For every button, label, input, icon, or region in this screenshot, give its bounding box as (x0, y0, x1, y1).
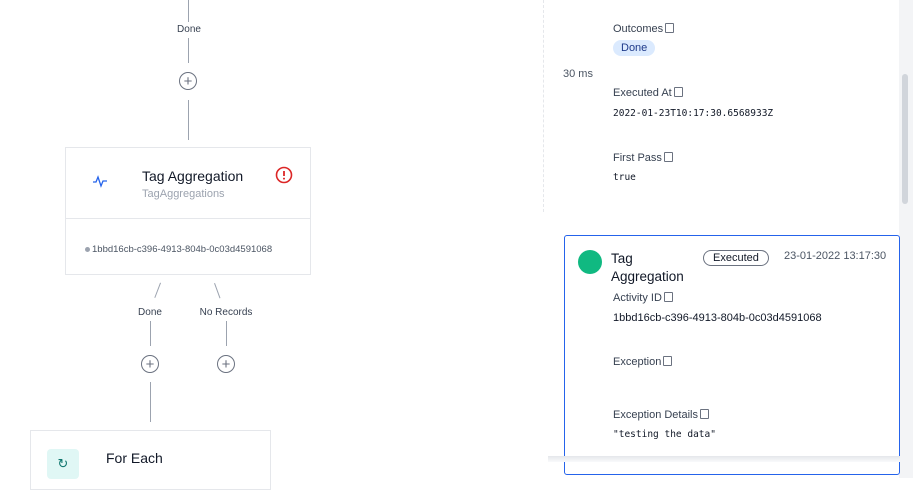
copy-icon[interactable] (665, 23, 675, 33)
duration-text: 30 ms (563, 68, 593, 80)
execution-timestamp: 23-01-2022 13:17:30 (784, 250, 887, 262)
loop-arrow-icon: ↻ (47, 449, 79, 479)
first-pass-label: First Pass (613, 152, 673, 164)
connector-line (188, 38, 189, 63)
activity-id-value: 1bbd16cb-c396-4913-804b-0c03d4591068 (613, 312, 822, 324)
scrollbar-track[interactable] (899, 0, 913, 478)
copy-icon[interactable] (700, 409, 709, 419)
scrollbar-thumb[interactable] (902, 74, 908, 204)
activity-id-label: Activity ID (613, 292, 673, 304)
add-activity-button[interactable]: + (179, 72, 197, 90)
connector-line (150, 321, 151, 346)
connector-line (188, 100, 189, 140)
outcome-label-done: Done (136, 306, 164, 319)
execution-activity-name: Tag Aggregation (611, 251, 684, 284)
executed-at-value: 2022-01-23T10:17:30.6568933Z (613, 108, 774, 119)
copy-icon[interactable] (663, 292, 673, 302)
copy-icon[interactable] (663, 356, 673, 366)
connector-line (188, 0, 189, 22)
activity-card-tag-aggregation[interactable]: Tag Aggregation TagAggregations 1bbd16cb… (65, 147, 311, 275)
panel-divider (543, 0, 544, 212)
activity-id-text: 1bbd16cb-c396-4913-804b-0c03d4591068 (92, 244, 273, 255)
outcomes-label: Outcomes (613, 23, 675, 35)
exception-details-value: "testing the data" (613, 429, 716, 440)
activity-pulse-icon (93, 175, 107, 188)
connector-line (214, 283, 221, 299)
exception-label: Exception (613, 356, 673, 368)
exception-details-label: Exception Details (613, 409, 709, 421)
status-badge: Executed (703, 250, 769, 266)
first-pass-label-text: First Pass (613, 152, 662, 164)
executed-at-label-text: Executed At (613, 87, 672, 99)
add-activity-button-done[interactable]: + (141, 355, 159, 373)
id-dot-icon (85, 246, 90, 252)
outcome-label-no-records: No Records (197, 306, 255, 319)
activity-title: Tag Aggregation (142, 168, 244, 184)
first-pass-value: true (613, 172, 636, 183)
activity-id: 1bbd16cb-c396-4913-804b-0c03d4591068 (85, 244, 272, 255)
exception-label-text: Exception (613, 356, 662, 368)
outcome-badge: Done (613, 40, 656, 56)
activity-card-for-each[interactable]: ↻ For Each (30, 430, 271, 490)
exception-details-label-text: Exception Details (613, 409, 698, 421)
card-divider (66, 218, 310, 219)
panel-bottom-edge (548, 456, 900, 462)
activity-title: For Each (106, 450, 163, 466)
activity-id-label-text: Activity ID (613, 292, 662, 304)
connector-line (150, 382, 151, 422)
copy-icon[interactable] (673, 87, 683, 97)
activity-subtitle: TagAggregations (142, 188, 225, 200)
executed-at-label: Executed At (613, 87, 683, 99)
connector-line (154, 282, 161, 298)
add-activity-button-no-records[interactable]: + (217, 355, 235, 373)
status-dot-icon (578, 250, 602, 274)
connector-line (226, 321, 227, 346)
execution-card[interactable]: Tag Aggregation Executed 23-01-2022 13:1… (564, 235, 900, 475)
connector-label-done: Done (175, 23, 203, 36)
outcomes-label-text: Outcomes (613, 23, 664, 35)
error-circle-icon[interactable] (275, 166, 293, 184)
copy-icon[interactable] (663, 152, 673, 162)
